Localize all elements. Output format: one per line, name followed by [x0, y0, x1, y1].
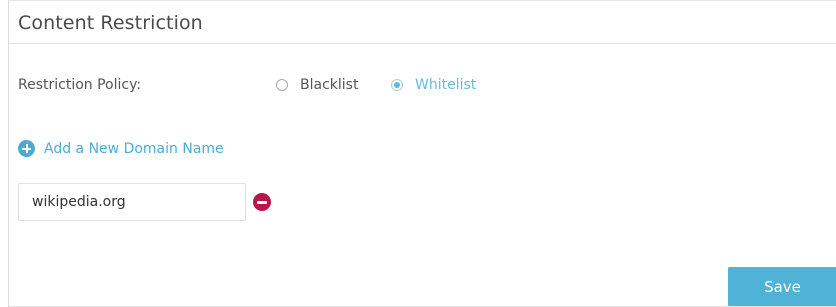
content-restriction-panel: Content Restriction Restriction Policy: … [8, 0, 836, 307]
radio-whitelist[interactable]: Whitelist [391, 77, 476, 93]
add-domain-label[interactable]: Add a New Domain Name [44, 141, 224, 157]
save-button[interactable]: Save [728, 267, 836, 306]
section-header: Content Restriction [9, 0, 836, 44]
radio-blacklist-label[interactable]: Blacklist [300, 77, 358, 93]
radio-blacklist[interactable]: Blacklist [276, 77, 358, 93]
radio-whitelist-label[interactable]: Whitelist [415, 77, 476, 93]
restriction-policy-label: Restriction Policy: [18, 77, 142, 93]
add-domain-button[interactable]: Add a New Domain Name [18, 140, 224, 157]
domain-name-input[interactable] [18, 183, 246, 221]
minus-circle-icon[interactable] [253, 193, 271, 211]
radio-blacklist-indicator[interactable] [276, 79, 288, 91]
plus-circle-icon[interactable] [18, 140, 35, 157]
radio-whitelist-indicator[interactable] [391, 79, 403, 91]
section-title: Content Restriction [18, 12, 203, 34]
